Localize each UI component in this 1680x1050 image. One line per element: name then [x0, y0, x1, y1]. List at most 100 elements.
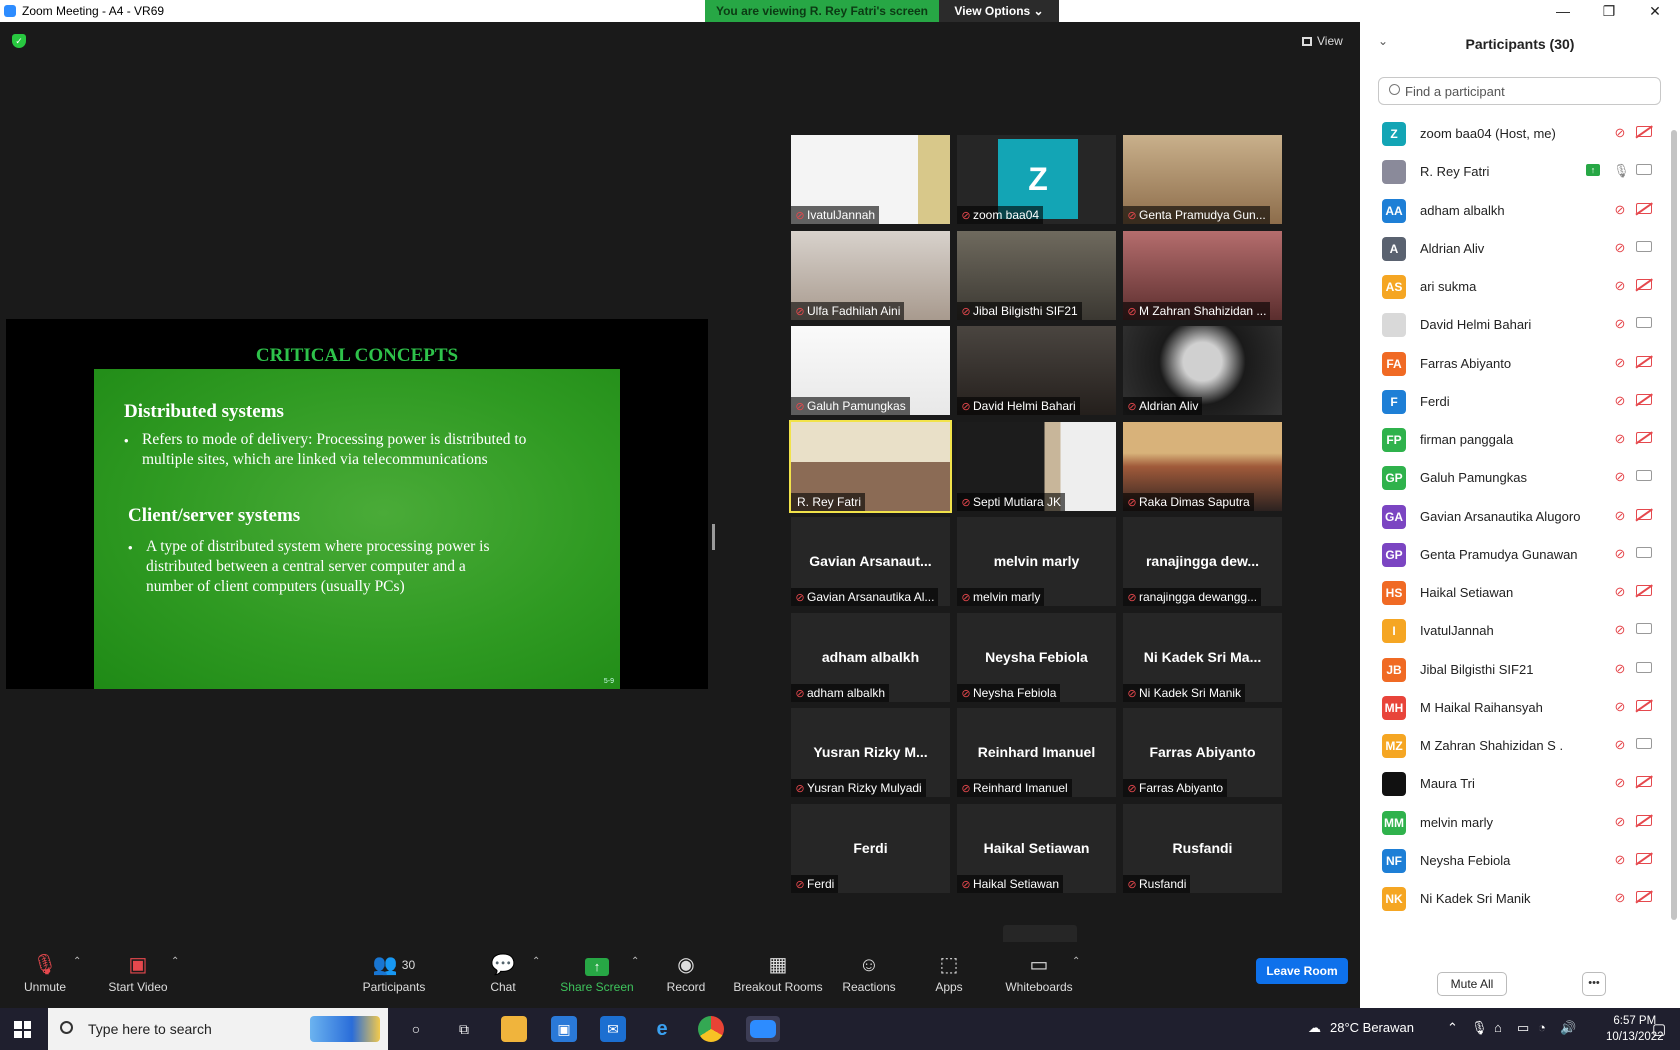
participant-row[interactable]: A Aldrian Aliv ⊘	[1360, 229, 1672, 270]
video-tile[interactable]: Reinhard Imanuel ⊘ Reinhard Imanuel	[957, 708, 1116, 797]
tray-network-icon[interactable]: ⌂	[1494, 1020, 1502, 1035]
camera-on-icon[interactable]	[1636, 738, 1652, 749]
weather-text[interactable]: 28°C Berawan	[1330, 1020, 1414, 1035]
microsoft-store-icon[interactable]: ▣	[551, 1016, 577, 1042]
mic-muted-icon[interactable]: ⊘	[1613, 699, 1627, 715]
video-tile[interactable]: ⊘ Raka Dimas Saputra	[1123, 421, 1282, 511]
participant-row[interactable]: AA adham albalkh ⊘	[1360, 191, 1672, 232]
video-tile[interactable]: ⊘ David Helmi Bahari	[957, 326, 1116, 415]
mail-icon[interactable]: ✉	[600, 1016, 626, 1042]
participant-row[interactable]: AS ari sukma ⊘	[1360, 267, 1672, 308]
video-tile[interactable]: ⊘ Septi Mutiara JK	[957, 421, 1116, 511]
video-tile[interactable]: Yusran Rizky M... ⊘ Yusran Rizky Mulyadi	[791, 708, 950, 797]
mic-muted-icon[interactable]: ⊘	[1613, 737, 1627, 753]
video-tile[interactable]: melvin marly ⊘ melvin marly	[957, 517, 1116, 606]
reactions-button[interactable]: ☺ Reactions	[824, 952, 914, 994]
participant-row[interactable]: FA Farras Abiyanto ⊘	[1360, 344, 1672, 385]
tray-battery-icon[interactable]: ▭	[1517, 1020, 1529, 1036]
mic-muted-icon[interactable]: ⊘	[1613, 355, 1627, 371]
video-options-caret[interactable]: ⌃	[171, 956, 179, 967]
chrome-icon[interactable]	[698, 1016, 724, 1042]
weather-cloud-icon[interactable]: ☁	[1308, 1020, 1321, 1036]
minimize-button[interactable]: —	[1540, 0, 1586, 22]
participant-row[interactable]: Maura Tri ⊘	[1360, 764, 1672, 805]
video-tile[interactable]: adham albalkh ⊘ adham albalkh	[791, 612, 950, 702]
participant-row[interactable]: GP Genta Pramudya Gunawan ⊘	[1360, 535, 1672, 576]
participant-row[interactable]: FP firman panggala ⊘	[1360, 420, 1672, 461]
tray-wifi-icon[interactable]: ◔	[1538, 1020, 1546, 1035]
show-hidden-icons-caret[interactable]: ⌃	[1447, 1020, 1458, 1036]
mic-muted-icon[interactable]: ⊘	[1613, 393, 1627, 409]
participant-row[interactable]: I IvatulJannah ⊘	[1360, 611, 1672, 652]
camera-off-icon[interactable]	[1636, 393, 1652, 405]
participants-button[interactable]: 👥 30 Participants	[349, 952, 439, 994]
video-tile[interactable]: Neysha Febiola ⊘ Neysha Febiola	[957, 612, 1116, 702]
video-tile[interactable]: Farras Abiyanto ⊘ Farras Abiyanto	[1123, 708, 1282, 797]
camera-off-icon[interactable]	[1636, 891, 1652, 902]
chat-options-caret[interactable]: ⌃	[532, 956, 540, 967]
mic-muted-icon[interactable]: ⊘	[1613, 431, 1627, 447]
participant-search[interactable]	[1378, 77, 1661, 105]
participant-list-scrollbar[interactable]	[1671, 130, 1677, 920]
mic-muted-icon[interactable]: ⊘	[1613, 584, 1627, 600]
participant-row[interactable]: JB Jibal Bilgisthi SIF21 ⊘	[1360, 650, 1672, 691]
participant-row[interactable]: David Helmi Bahari ⊘	[1360, 305, 1672, 346]
record-button[interactable]: ◉ Record	[641, 952, 731, 994]
video-tile[interactable]: Z ⊘ zoom baa04	[957, 135, 1116, 224]
video-tile[interactable]: Gavian Arsanaut... ⊘ Gavian Arsanautika Al…	[791, 517, 950, 606]
camera-off-icon[interactable]	[1636, 814, 1652, 826]
video-tile[interactable]: Ferdi ⊘ Ferdi	[791, 803, 950, 893]
encryption-shield-icon[interactable]: ✓	[12, 34, 26, 48]
video-tile[interactable]: ⊘ Genta Pramudya Gun...	[1123, 135, 1282, 224]
participant-row[interactable]: MZ M Zahran Shahizidan S . ⊘	[1360, 726, 1672, 767]
start-video-button[interactable]: ▣ Start Video	[93, 952, 183, 994]
mic-muted-icon[interactable]: ⊘	[1613, 240, 1627, 256]
internet-explorer-icon[interactable]: e	[649, 1016, 675, 1042]
cortana-icon[interactable]: ○	[403, 1016, 429, 1042]
video-tile[interactable]: Haikal Setiawan ⊘ Haikal Setiawan	[957, 803, 1116, 893]
camera-on-icon[interactable]	[1636, 164, 1652, 176]
mic-muted-icon[interactable]: ⊘	[1613, 278, 1627, 294]
camera-on-icon[interactable]	[1636, 470, 1652, 482]
mic-muted-icon[interactable]: ⊘	[1613, 890, 1627, 906]
tray-volume-icon[interactable]: 🔊	[1560, 1020, 1576, 1036]
camera-off-icon[interactable]	[1636, 126, 1652, 137]
camera-on-icon[interactable]	[1636, 661, 1652, 673]
mute-all-button[interactable]: Mute All	[1437, 972, 1507, 996]
share-screen-button[interactable]: ↑ Share Screen	[552, 952, 642, 994]
view-options-button[interactable]: View Options ⌄	[939, 0, 1059, 22]
camera-off-icon[interactable]	[1636, 279, 1652, 290]
camera-off-icon[interactable]	[1636, 355, 1652, 367]
split-resize-handle[interactable]	[712, 524, 715, 550]
mic-on-icon[interactable]: 🎙	[1613, 163, 1630, 179]
tray-mic-icon[interactable]: 🎙	[1471, 1020, 1488, 1036]
camera-on-icon[interactable]	[1636, 240, 1652, 252]
taskbar-search-box[interactable]: Type here to search	[48, 1008, 388, 1050]
video-tile[interactable]: ⊘ Aldrian Aliv	[1123, 326, 1282, 415]
mic-muted-icon[interactable]: ⊘	[1613, 814, 1627, 830]
participant-row[interactable]: MM melvin marly ⊘	[1360, 803, 1672, 844]
participant-row[interactable]: GP Galuh Pamungkas ⊘	[1360, 458, 1672, 499]
mic-muted-icon[interactable]: ⊘	[1613, 546, 1627, 562]
zoom-taskbar-icon[interactable]	[746, 1016, 780, 1042]
whiteboard-options-caret[interactable]: ⌃	[1072, 956, 1080, 967]
video-tile[interactable]: ⊘ Ulfa Fadhilah Aini	[791, 230, 950, 320]
shared-screen-view[interactable]: CRITICAL CONCEPTS Distributed systems • …	[6, 319, 708, 689]
close-button[interactable]: ✕	[1632, 0, 1678, 22]
mic-muted-icon[interactable]: ⊘	[1613, 508, 1627, 524]
windows-start-button[interactable]	[14, 1021, 31, 1038]
camera-on-icon[interactable]	[1636, 623, 1652, 635]
video-tile[interactable]: Rusfandi ⊘ Rusfandi	[1123, 803, 1282, 893]
audio-options-caret[interactable]: ⌃	[73, 956, 81, 967]
camera-off-icon[interactable]	[1636, 585, 1652, 596]
camera-on-icon[interactable]	[1636, 546, 1652, 558]
camera-off-icon[interactable]	[1636, 202, 1652, 214]
camera-off-icon[interactable]	[1636, 699, 1652, 711]
participant-row[interactable]: F Ferdi ⊘	[1360, 382, 1672, 423]
apps-button[interactable]: ⬚ Apps	[904, 952, 994, 994]
camera-off-icon[interactable]	[1636, 508, 1652, 520]
mic-muted-icon[interactable]: ⊘	[1613, 661, 1627, 677]
video-tile[interactable]: ⊘ M Zahran Shahizidan ...	[1123, 230, 1282, 320]
camera-on-icon[interactable]	[1636, 317, 1652, 329]
video-tile[interactable]: ⊘ Galuh Pamungkas	[791, 326, 950, 415]
